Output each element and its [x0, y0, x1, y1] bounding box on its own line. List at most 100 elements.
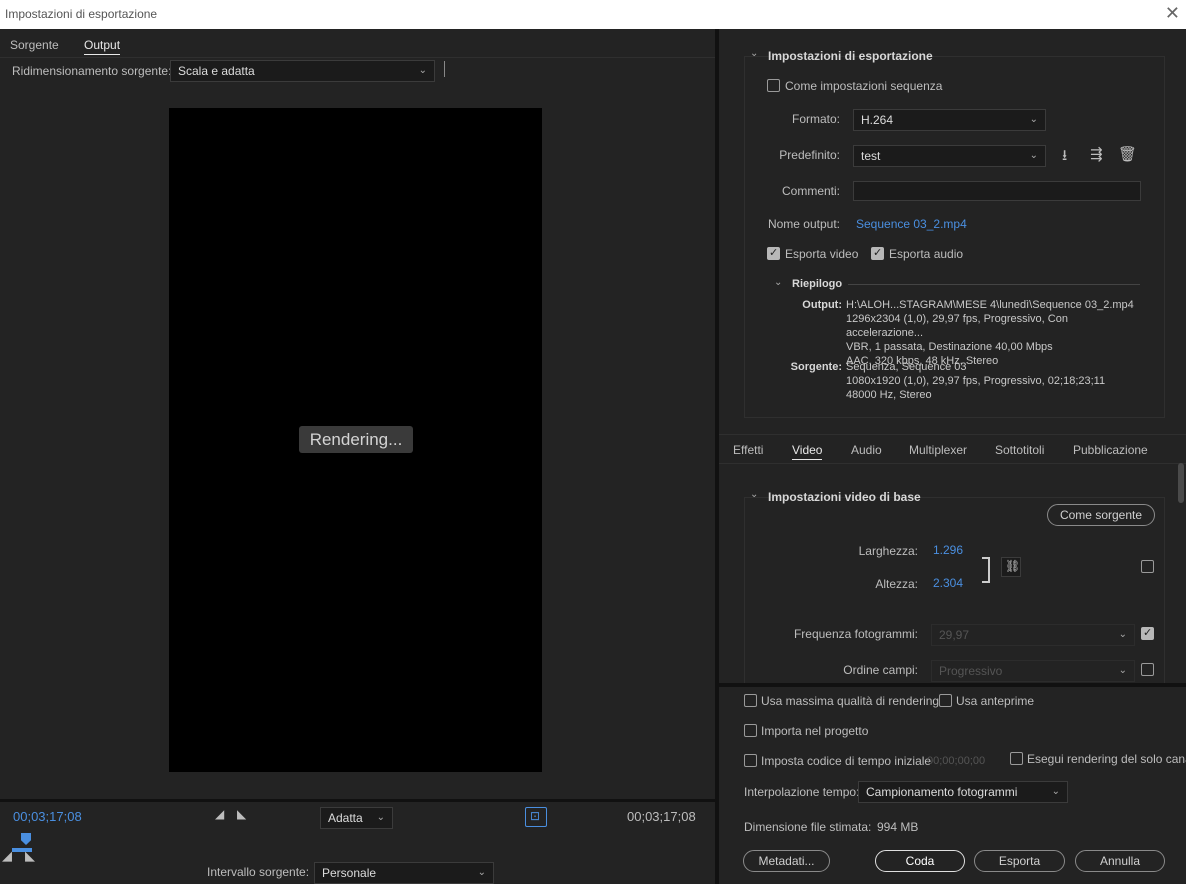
- export-video-label: Esporta video: [785, 247, 859, 261]
- comments-input[interactable]: [853, 181, 1141, 201]
- scaling-label: Ridimensionamento sorgente:: [12, 64, 172, 78]
- chevron-down-icon[interactable]: ⌄: [750, 489, 758, 500]
- export-settings-title: Impostazioni di esportazione: [768, 49, 933, 63]
- preset-dropdown[interactable]: test ⌄: [853, 145, 1046, 167]
- chevron-down-icon[interactable]: ⌄: [750, 48, 758, 59]
- match-sequence-label: Come impostazioni sequenza: [785, 79, 943, 93]
- tab-captions[interactable]: Sottotitoli: [995, 443, 1044, 457]
- chevron-down-icon: ⌄: [1051, 786, 1060, 797]
- match-source-button[interactable]: Come sorgente: [1047, 504, 1155, 526]
- summary-source-label: Sorgente:: [790, 361, 842, 373]
- chevron-down-icon: ⌄: [1029, 114, 1038, 125]
- match-sequence-checkbox[interactable]: [767, 79, 780, 92]
- scaling-value: Scala e adatta: [178, 64, 255, 78]
- divider[interactable]: [719, 683, 1186, 687]
- timecode-duration: 00;03;17;08: [627, 809, 696, 824]
- import-preset-icon[interactable]: ⇶: [1090, 145, 1103, 163]
- set-out-icon[interactable]: ◣: [237, 807, 246, 821]
- delete-preset-icon[interactable]: 🗑: [1118, 145, 1137, 163]
- import-project-checkbox[interactable]: [744, 724, 757, 737]
- preset-value: test: [861, 149, 881, 163]
- rendering-badge: Rendering...: [299, 426, 413, 453]
- export-video-checkbox[interactable]: [767, 246, 780, 260]
- aspect-toggle-button[interactable]: ⊡: [525, 807, 547, 827]
- range-value: Personale: [322, 866, 377, 880]
- range-label: Intervallo sorgente:: [207, 865, 310, 879]
- output-name-link[interactable]: Sequence 03_2.mp4: [856, 217, 967, 231]
- export-audio-label: Esporta audio: [889, 247, 964, 261]
- time-interp-dropdown[interactable]: Campionamento fotogrammi ⌄: [858, 781, 1068, 803]
- set-timecode-checkbox[interactable]: [744, 754, 757, 767]
- constrain-proportions-button[interactable]: ⛓: [1001, 557, 1021, 577]
- export-button[interactable]: Esporta: [974, 850, 1065, 872]
- summary-source-line: 48000 Hz, Stereo: [846, 389, 932, 401]
- file-size-value: 994 MB: [877, 820, 919, 834]
- chevron-down-icon: ⌄: [376, 812, 385, 823]
- set-in-icon[interactable]: ◢: [215, 807, 224, 821]
- crop-icon: ⊡: [530, 809, 541, 823]
- fit-value: Adatta: [328, 811, 363, 825]
- alpha-only-checkbox[interactable]: [1010, 752, 1023, 765]
- tab-publish[interactable]: Pubblicazione: [1073, 443, 1148, 457]
- field-order-override-checkbox[interactable]: [1141, 663, 1154, 676]
- tab-multiplexer[interactable]: Multiplexer: [909, 443, 967, 457]
- divider: [444, 61, 445, 77]
- field-order-label: Ordine campi:: [843, 663, 918, 677]
- preset-label: Predefinito:: [779, 148, 840, 162]
- comments-label: Commenti:: [781, 184, 840, 198]
- import-project-label: Importa nel progetto: [761, 724, 869, 738]
- tab-source[interactable]: Sorgente: [10, 38, 59, 52]
- use-previews-label: Usa anteprime: [956, 694, 1035, 708]
- summary-source: Sequenza, Sequence 03 1080x1920 (1,0), 2…: [846, 360, 1146, 402]
- framerate-dropdown[interactable]: 29,97 ⌄: [931, 624, 1135, 646]
- tab-video[interactable]: Video: [792, 443, 823, 460]
- max-quality-label: Usa massima qualità di rendering: [761, 694, 940, 708]
- metadata-button[interactable]: Metadati...: [743, 850, 830, 872]
- time-interp-label: Interpolazione tempo:: [744, 785, 860, 799]
- framerate-label: Frequenza fotogrammi:: [793, 627, 918, 641]
- chevron-down-icon[interactable]: ⌄: [774, 277, 782, 288]
- size-override-checkbox[interactable]: [1141, 560, 1154, 573]
- range-dropdown[interactable]: Personale ⌄: [314, 862, 494, 884]
- width-label: Larghezza:: [858, 544, 918, 558]
- link-bracket: [982, 557, 990, 583]
- height-value[interactable]: 2.304: [933, 576, 963, 590]
- divider: [0, 799, 715, 802]
- out-point-icon[interactable]: ◣: [25, 848, 35, 864]
- output-name-label: Nome output:: [767, 217, 840, 231]
- tab-audio[interactable]: Audio: [851, 443, 882, 457]
- close-icon[interactable]: ✕: [1165, 3, 1180, 24]
- height-label: Altezza:: [875, 577, 918, 591]
- export-audio-checkbox[interactable]: [871, 246, 884, 260]
- cancel-button[interactable]: Annulla: [1075, 850, 1165, 872]
- field-order-dropdown[interactable]: Progressivo ⌄: [931, 660, 1135, 682]
- use-previews-checkbox[interactable]: [939, 694, 952, 707]
- settings-scrollbar[interactable]: [1178, 463, 1184, 503]
- width-value[interactable]: 1.296: [933, 543, 963, 557]
- video-settings-title: Impostazioni video di base: [768, 490, 921, 504]
- chevron-down-icon: ⌄: [1118, 629, 1127, 640]
- divider: [0, 57, 715, 58]
- summary-source-line: 1080x1920 (1,0), 29,97 fps, Progressivo,…: [846, 375, 1106, 387]
- chevron-down-icon: ⌄: [1029, 150, 1038, 161]
- save-preset-icon[interactable]: ⭳: [1062, 145, 1067, 170]
- file-size-label: Dimensione file stimata:: [744, 820, 872, 834]
- scaling-dropdown[interactable]: Scala e adatta ⌄: [170, 60, 435, 82]
- chevron-down-icon: ⌄: [477, 867, 486, 878]
- format-label: Formato:: [791, 112, 840, 126]
- queue-button[interactable]: Coda: [875, 850, 965, 872]
- summary-source-line: Sequenza, Sequence 03: [846, 361, 967, 373]
- framerate-value: 29,97: [939, 628, 970, 642]
- max-quality-checkbox[interactable]: [744, 694, 757, 707]
- fit-dropdown[interactable]: Adatta ⌄: [320, 807, 393, 829]
- timecode-current[interactable]: 00;03;17;08: [13, 809, 82, 824]
- tab-effects[interactable]: Effetti: [733, 443, 763, 457]
- in-point-icon[interactable]: ◢: [2, 848, 12, 864]
- timecode-input[interactable]: 00;00;00;00: [927, 755, 985, 767]
- title-bar: Impostazioni di esportazione ✕: [0, 0, 1186, 29]
- tab-output[interactable]: Output: [84, 38, 121, 55]
- alpha-only-label: Esegui rendering del solo canale: [1027, 752, 1186, 766]
- format-dropdown[interactable]: H.264 ⌄: [853, 109, 1046, 131]
- summary-output: H:\ALOH...STAGRAM\MESE 4\lunedì\Sequence…: [846, 298, 1146, 368]
- framerate-override-checkbox[interactable]: [1141, 626, 1154, 640]
